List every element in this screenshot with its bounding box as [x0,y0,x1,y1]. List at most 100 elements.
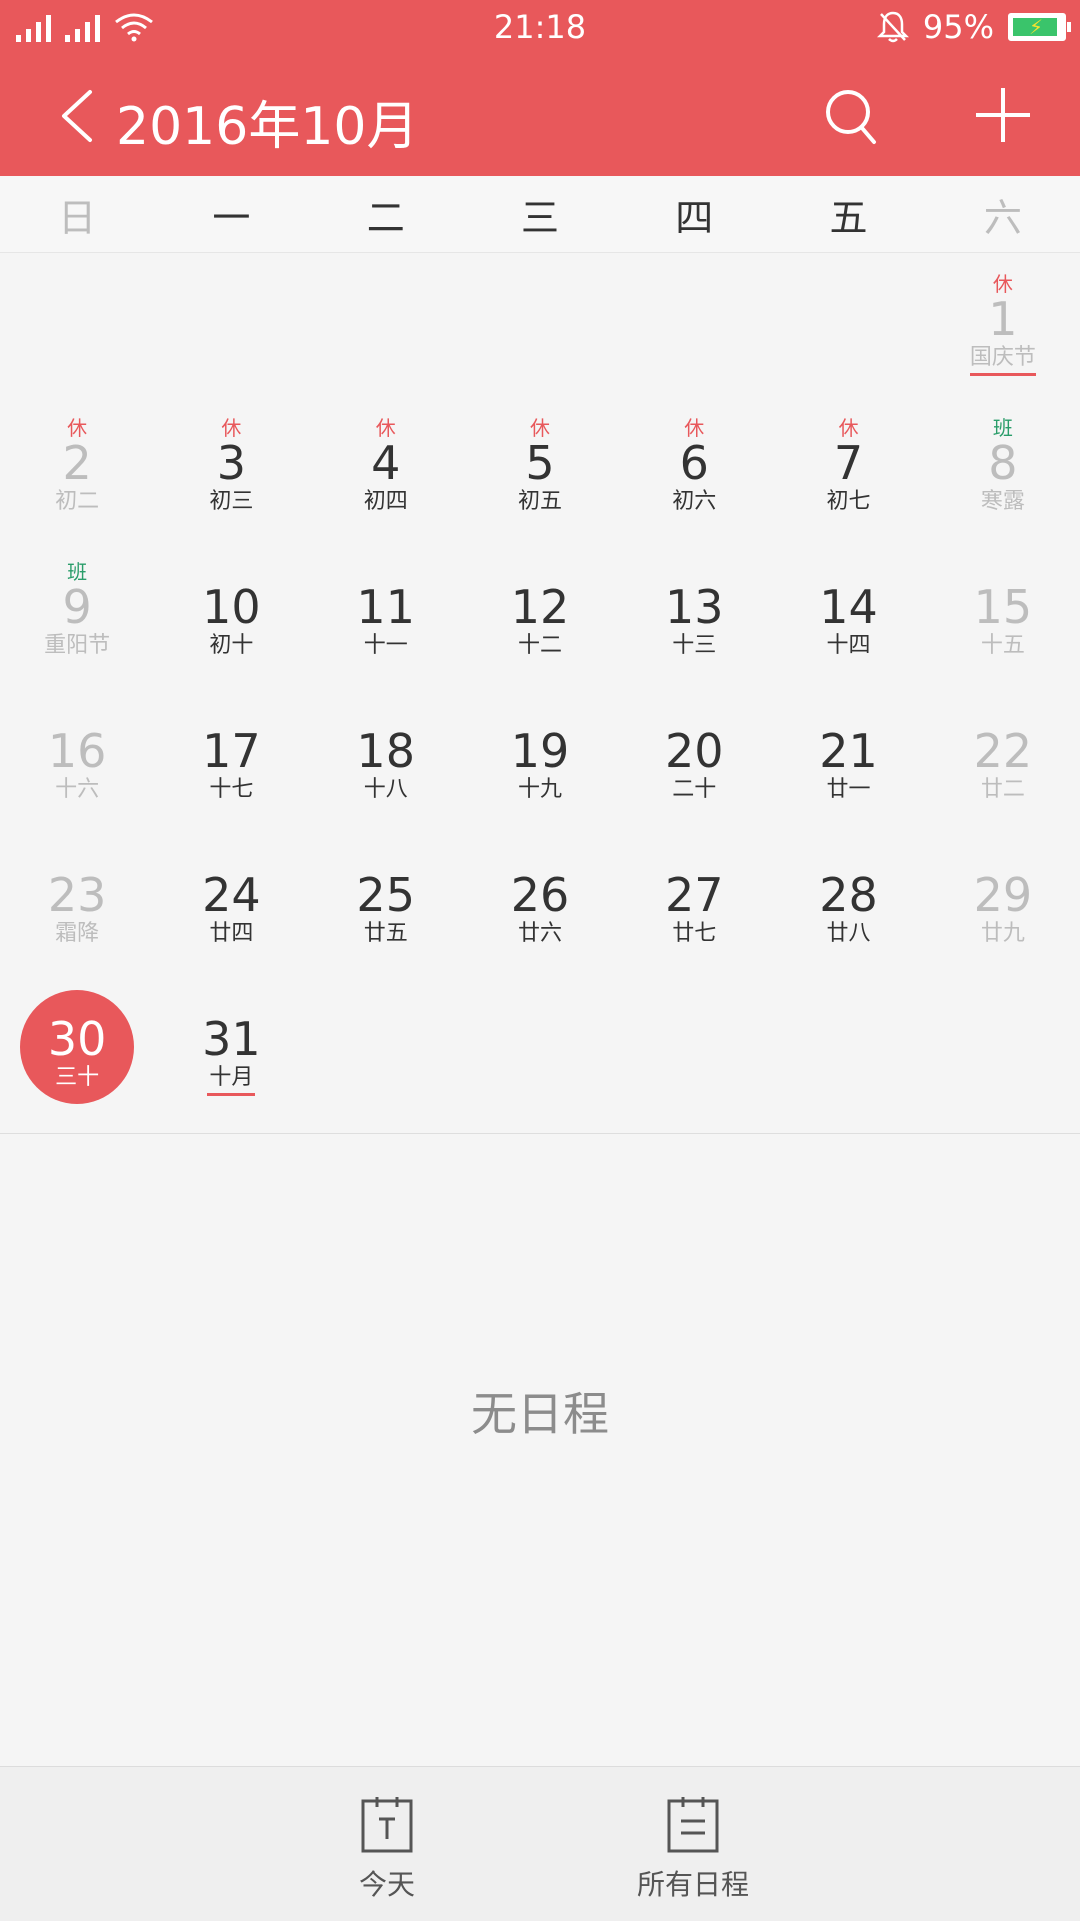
day-cell[interactable]: 15 十五 [926,541,1080,685]
weekday-label: 日 [58,195,97,240]
weekday-label: 五 [829,195,868,240]
day-number: 11 [356,580,415,634]
weekday-label: 四 [675,195,714,240]
day-cell[interactable]: 25 廿五 [309,829,463,973]
festival-underline [969,373,1036,376]
day-number: 22 [973,724,1033,778]
day-cell[interactable]: 29 廿九 [926,829,1080,973]
lunar-label: 廿九 [980,921,1025,946]
day-cell[interactable]: 休 2 初二 [0,397,154,541]
lunar-label: 十二 [517,633,562,658]
day-number: 3 [216,436,247,490]
lunar-label: 廿七 [672,921,717,946]
day-cell[interactable]: 24 廿四 [154,829,308,973]
day-number: 12 [510,580,570,634]
calendar-grid: 休 1 国庆节 休 2 初二 休 3 初三 休 4 初四 休 5 初五 休 6 … [0,253,1080,1133]
today-button[interactable]: 今天 [287,1795,487,1903]
day-number: 19 [510,724,570,778]
day-cell[interactable]: 休 6 初六 [617,397,771,541]
day-cell[interactable]: 22 廿二 [926,685,1080,829]
day-cell[interactable]: 14 十四 [771,541,925,685]
lunar-label: 十五 [980,633,1025,658]
day-number: 26 [510,868,570,922]
day-number: 13 [665,580,724,634]
day-cell[interactable]: 休 5 初五 [463,397,617,541]
all-events-button[interactable]: 所有日程 [593,1795,793,1903]
day-number: 8 [988,436,1018,490]
weekday-label: 六 [983,195,1022,240]
lunar-label: 廿八 [826,921,871,946]
lunar-label: 初七 [826,489,871,514]
day-cell[interactable]: 休 1 国庆节 [926,253,1080,397]
day-cell[interactable]: 20 二十 [617,685,771,829]
weekday-label: 三 [520,195,559,240]
lunar-label: 初三 [209,489,254,514]
page-title[interactable]: 2016年10月 [116,84,419,159]
lunar-label: 廿二 [980,777,1025,802]
empty-cell [0,253,154,397]
empty-cell [463,253,617,397]
lunar-label: 初四 [363,489,408,514]
lunar-label: 十四 [826,633,871,658]
day-number: 14 [819,580,878,634]
lunar-label: 十八 [363,777,408,802]
day-number: 1 [988,292,1018,346]
lunar-label: 十一 [363,633,408,658]
empty-cell [617,253,771,397]
lunar-label: 国庆节 [969,345,1036,370]
bell-off-icon [876,11,909,43]
day-cell[interactable]: 23 霜降 [0,829,154,973]
today-icon [361,1797,413,1853]
lunar-label: 初五 [517,489,562,514]
day-number: 10 [202,580,261,634]
day-number: 27 [665,868,724,922]
day-cell[interactable]: 11 十一 [309,541,463,685]
day-number: 25 [356,868,415,922]
day-cell[interactable]: 31 十月 [154,973,308,1117]
day-cell[interactable]: 16 十六 [0,685,154,829]
divider [0,1133,1080,1134]
battery-charging-icon: ⚡ [1008,13,1071,41]
day-cell[interactable]: 17 十七 [154,685,308,829]
day-cell-selected[interactable]: 30 三十 [0,973,154,1117]
day-cell[interactable]: 休 4 初四 [309,397,463,541]
weekday-label: 一 [212,195,251,240]
lunar-label: 廿六 [517,921,562,946]
search-icon[interactable] [822,86,880,146]
lunar-label: 重阳节 [44,633,111,658]
day-number: 31 [202,1012,261,1066]
day-cell[interactable]: 21 廿一 [771,685,925,829]
day-number: 5 [525,436,555,490]
weekday-header: 日 一 二 三 四 五 六 [0,176,1080,253]
day-number: 16 [47,724,107,778]
day-cell[interactable]: 班 9 重阳节 [0,541,154,685]
day-number: 4 [371,436,401,490]
empty-cell [771,253,925,397]
day-cell[interactable]: 26 廿六 [463,829,617,973]
bottom-bar: 今天 所有日程 [0,1766,1080,1921]
all-events-label: 所有日程 [636,1868,749,1901]
empty-schedule-message: 无日程 [471,1387,609,1441]
app-bar: 2016年10月 [0,56,1080,176]
day-cell[interactable]: 27 廿七 [617,829,771,973]
day-cell[interactable]: 休 7 初七 [771,397,925,541]
lunar-label: 十七 [209,777,254,802]
back-icon[interactable] [52,86,102,146]
day-number: 7 [833,436,864,490]
lunar-label: 廿四 [209,921,254,946]
empty-cell [154,253,308,397]
day-cell[interactable]: 班 8 寒露 [926,397,1080,541]
day-number: 9 [62,580,92,634]
day-cell[interactable]: 休 3 初三 [154,397,308,541]
lunar-label: 初六 [672,489,717,514]
day-cell[interactable]: 10 初十 [154,541,308,685]
day-cell[interactable]: 19 十九 [463,685,617,829]
day-number: 21 [819,724,878,778]
day-cell[interactable]: 28 廿八 [771,829,925,973]
lunar-label: 十九 [517,777,562,802]
day-cell[interactable]: 12 十二 [463,541,617,685]
day-cell[interactable]: 18 十八 [309,685,463,829]
day-cell[interactable]: 13 十三 [617,541,771,685]
festival-underline [207,1093,256,1096]
add-icon[interactable] [974,86,1032,144]
